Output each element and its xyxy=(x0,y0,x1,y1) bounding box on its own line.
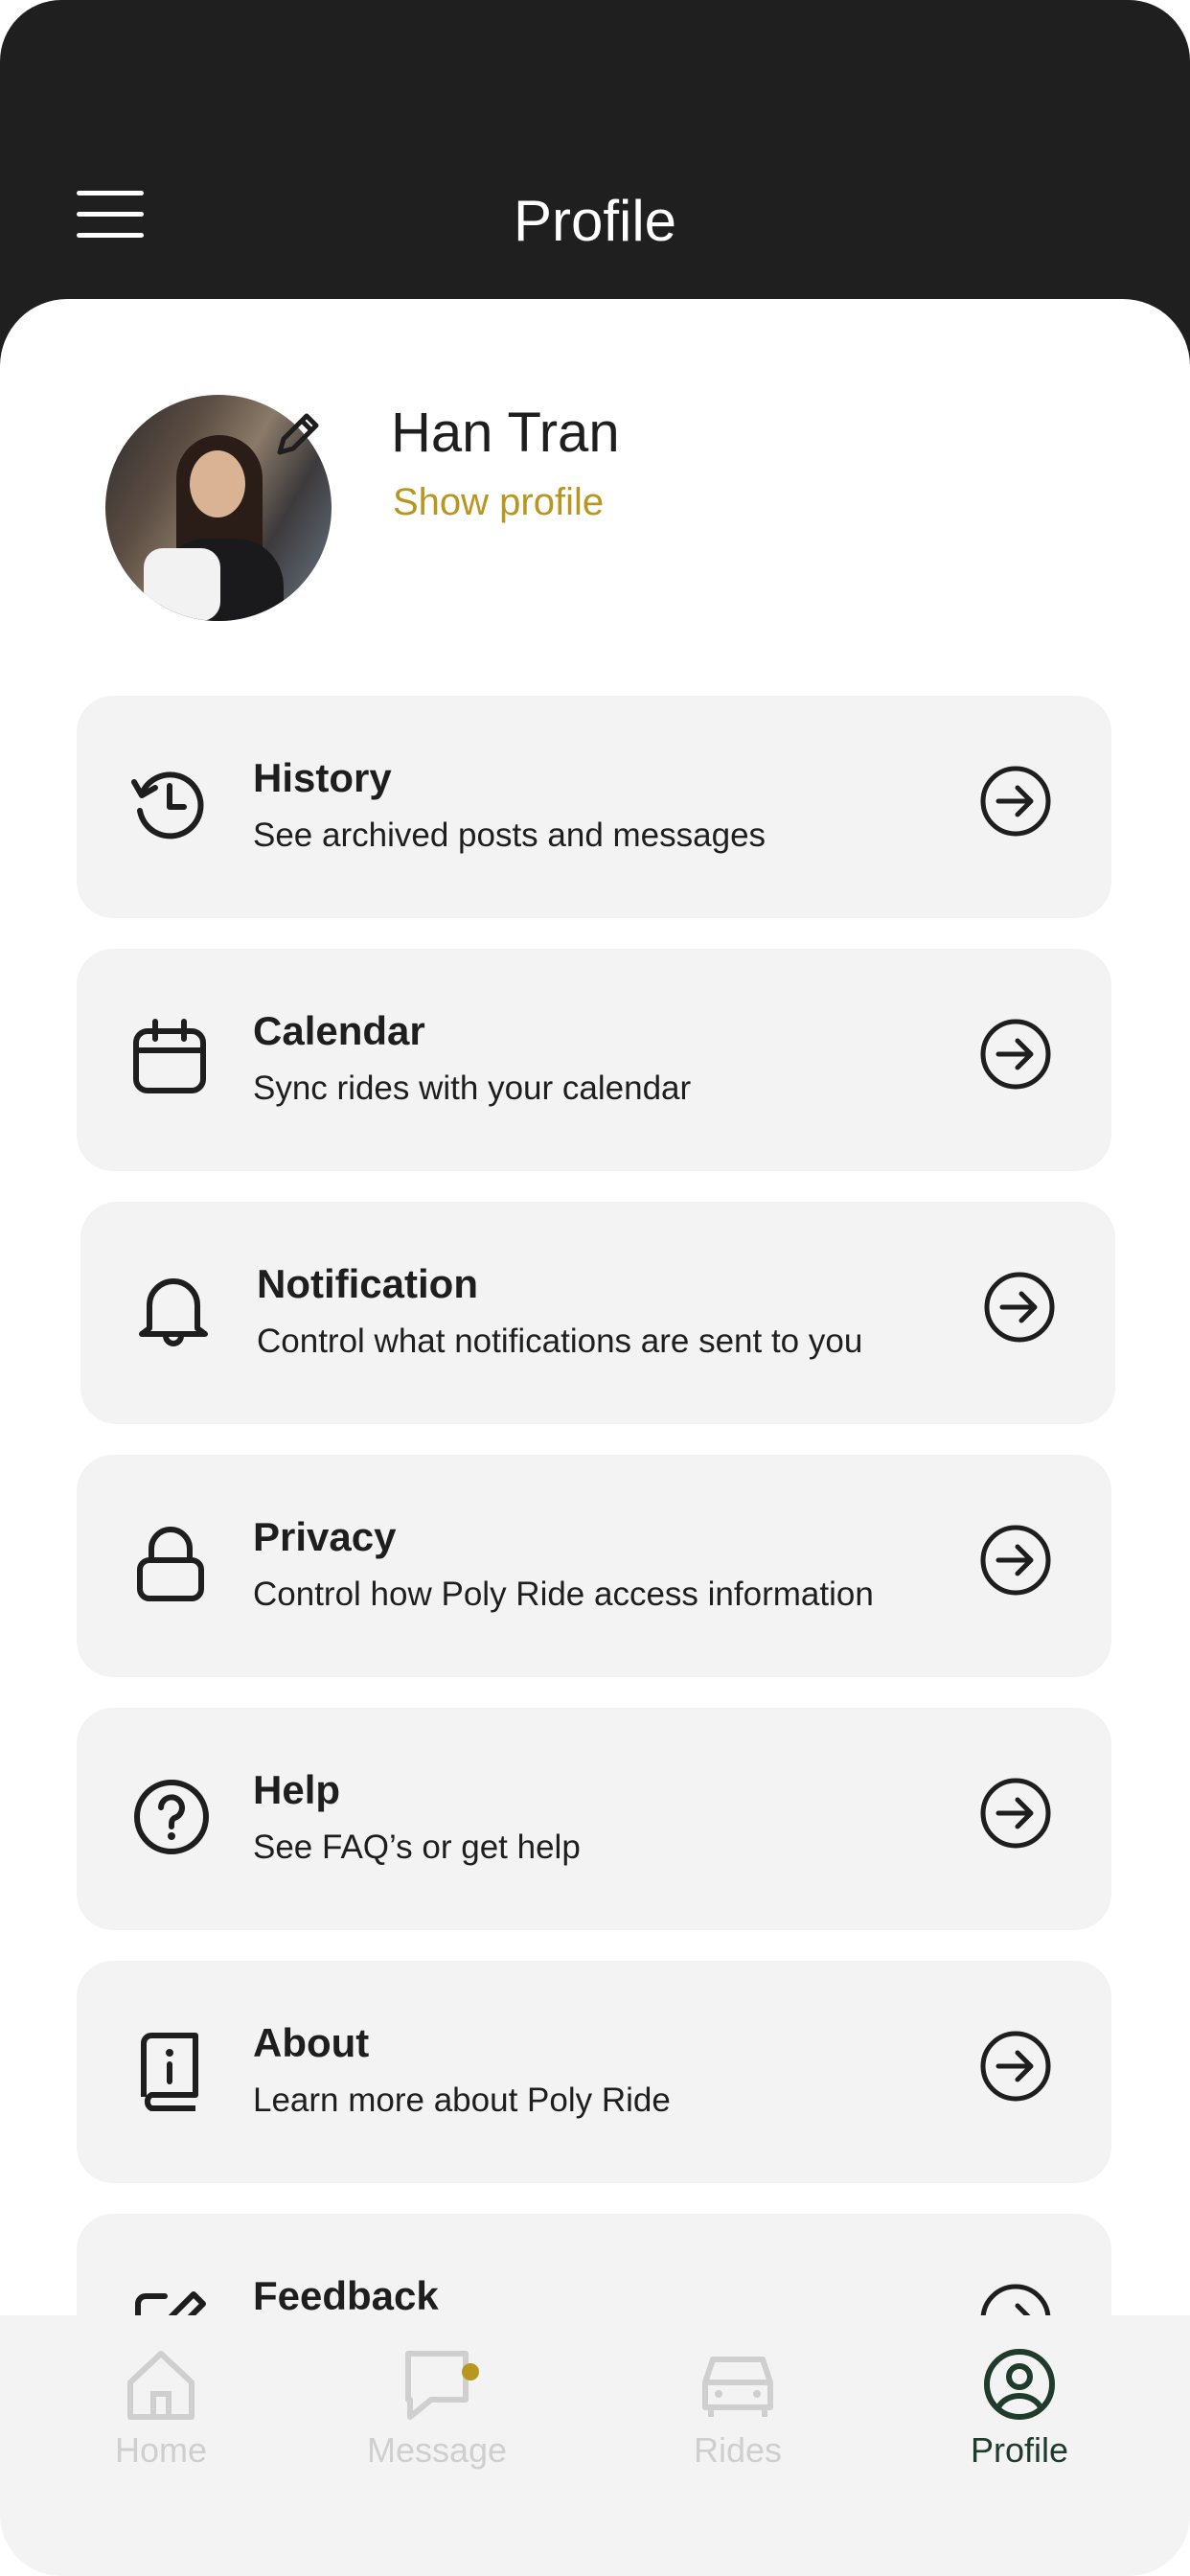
nav-profile[interactable]: Profile xyxy=(904,2344,1134,2497)
menu-item-title: About xyxy=(253,2020,370,2065)
menu-item-about[interactable]: About Learn more about Poly Ride xyxy=(77,1961,1111,2183)
lock-icon xyxy=(137,1527,204,1601)
menu-item-subtitle: Learn more about Poly Ride xyxy=(253,2082,671,2119)
bell-icon xyxy=(139,1278,208,1346)
message-icon xyxy=(405,2351,469,2420)
page-title: Profile xyxy=(513,189,677,253)
nav-home[interactable]: Home xyxy=(46,2344,276,2497)
calendar-icon xyxy=(133,1019,206,1093)
menu-item-subtitle: See archived posts and messages xyxy=(253,816,767,854)
user-name: Han Tran xyxy=(391,402,620,464)
arrow-right-circle-icon[interactable] xyxy=(979,765,1052,838)
unread-badge xyxy=(462,2363,479,2380)
menu-item-subtitle: See FAQ’s or get help xyxy=(253,1828,581,1866)
bottom-nav-bar: Home Message Rides Profile xyxy=(0,2315,1190,2576)
book-info-icon xyxy=(141,2033,198,2111)
menu-item-calendar[interactable]: Calendar Sync rides with your calendar xyxy=(77,949,1111,1171)
menu-item-title: Feedback xyxy=(253,2273,439,2318)
arrow-right-circle-icon[interactable] xyxy=(979,1018,1052,1091)
edit-pencil-icon[interactable] xyxy=(268,404,328,464)
help-icon xyxy=(134,1780,209,1854)
menu-item-subtitle: Control how Poly Ride access information xyxy=(253,1576,874,1613)
nav-label: Profile xyxy=(970,2430,1069,2470)
arrow-right-circle-icon[interactable] xyxy=(979,1777,1052,1850)
avatar-container xyxy=(105,395,332,621)
arrow-right-circle-icon[interactable] xyxy=(983,1271,1056,1344)
history-icon xyxy=(131,771,204,840)
menu-item-title: Calendar xyxy=(253,1008,425,1053)
car-icon xyxy=(702,2357,773,2417)
arrow-right-circle-icon[interactable] xyxy=(979,1524,1052,1597)
menu-item-title: Notification xyxy=(257,1261,478,1306)
nav-rides[interactable]: Rides xyxy=(623,2344,853,2497)
menu-item-title: Privacy xyxy=(253,1514,397,1559)
menu-item-help[interactable]: Help See FAQ’s or get help xyxy=(77,1708,1111,1930)
arrow-right-circle-icon[interactable] xyxy=(979,2030,1052,2103)
menu-item-subtitle: Control what notifications are sent to y… xyxy=(257,1322,863,1360)
show-profile-link[interactable]: Show profile xyxy=(393,481,604,524)
home-icon xyxy=(127,2351,195,2420)
nav-label: Message xyxy=(366,2430,508,2470)
nav-label: Home xyxy=(114,2430,208,2470)
profile-icon xyxy=(984,2349,1055,2420)
menu-item-subtitle: Sync rides with your calendar xyxy=(253,1070,692,1107)
menu-item-title: Help xyxy=(253,1767,341,1812)
nav-message[interactable]: Message xyxy=(322,2344,552,2497)
menu-item-title: History xyxy=(253,755,392,800)
nav-label: Rides xyxy=(693,2430,783,2470)
menu-item-privacy[interactable]: Privacy Control how Poly Ride access inf… xyxy=(77,1455,1111,1677)
menu-item-notification[interactable]: Notification Control what notifications … xyxy=(80,1202,1115,1424)
menu-item-history[interactable]: History See archived posts and messages xyxy=(77,696,1111,918)
phone-screen: Profile Han Tran Show profile History Se… xyxy=(0,0,1190,2576)
